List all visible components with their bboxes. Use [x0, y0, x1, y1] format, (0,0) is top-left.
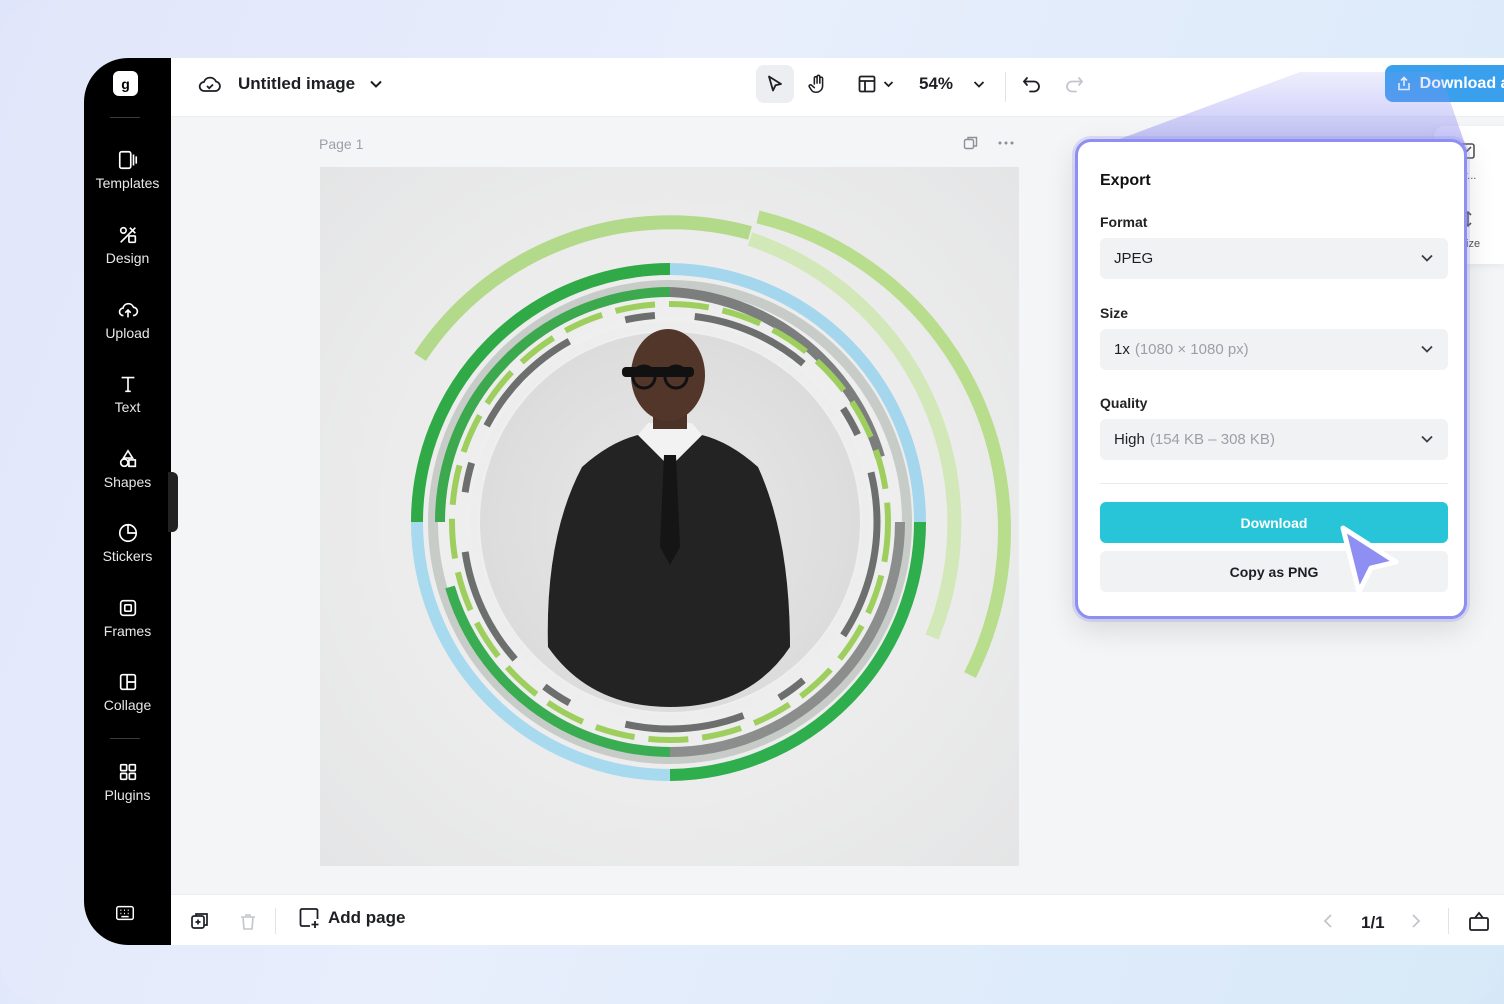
sidebar-item-frames[interactable]: Frames	[84, 597, 171, 657]
upload-icon	[118, 302, 138, 318]
trash-icon[interactable]	[238, 912, 258, 932]
sidebar-item-stickers[interactable]: Stickers	[84, 522, 171, 582]
chevron-down-icon	[883, 81, 893, 88]
redo-icon	[1066, 77, 1084, 93]
pointer-icon	[768, 75, 782, 92]
layout-icon	[858, 75, 875, 93]
add-page-button[interactable]: Add page	[298, 907, 405, 929]
layout-menu-button[interactable]	[851, 65, 899, 103]
page-counter: 1/1	[1361, 913, 1385, 932]
page-label: Page 1	[319, 136, 364, 152]
shapes-icon	[119, 449, 136, 468]
chevron-down-icon	[1421, 345, 1433, 353]
export-popup: Export Format JPEG Size 1x (1080 × 1080 …	[1075, 139, 1467, 619]
document-title[interactable]: Untitled image	[238, 74, 355, 94]
redo-button[interactable]	[1059, 65, 1089, 103]
duplicate-page-icon[interactable]	[963, 135, 979, 151]
chevron-down-icon	[1421, 254, 1433, 262]
format-value: JPEG	[1114, 250, 1154, 267]
sidebar-item-label: Design	[105, 250, 150, 266]
quality-value: High	[1114, 431, 1145, 448]
size-detail: (1080 × 1080 px)	[1134, 341, 1249, 358]
page-tools	[963, 135, 1015, 151]
zoom-level: 54%	[918, 74, 954, 93]
undo-button[interactable]	[1017, 65, 1047, 103]
sidebar-item-templates[interactable]: Templates	[84, 149, 171, 209]
quality-select[interactable]: High (154 KB – 308 KB)	[1100, 419, 1448, 460]
profile-ring-artwork	[411, 210, 1011, 781]
sidebar-item-shapes[interactable]: Shapes	[84, 448, 171, 508]
mouse-cursor-icon	[1340, 525, 1399, 595]
sidebar-item-label: Upload	[105, 325, 150, 341]
format-label: Format	[1100, 214, 1148, 230]
sidebar-item-label: Text	[114, 399, 141, 415]
sidebar-collapse-handle[interactable]	[168, 472, 178, 532]
add-layer-icon[interactable]	[190, 911, 210, 931]
left-sidebar: g Templates Design Upload Text Shapes St…	[84, 58, 171, 945]
select-tool-button[interactable]	[756, 65, 794, 103]
text-icon	[121, 376, 134, 393]
design-canvas[interactable]	[320, 167, 1019, 866]
hand-icon	[808, 74, 824, 94]
design-icon	[119, 226, 136, 244]
sidebar-item-label: Frames	[103, 623, 152, 639]
plugins-icon	[119, 763, 136, 781]
add-page-label: Add page	[328, 908, 406, 927]
more-options-icon[interactable]	[997, 135, 1015, 151]
app-logo[interactable]: g	[113, 71, 138, 96]
stickers-icon	[118, 523, 137, 543]
chevron-down-icon	[973, 81, 985, 88]
quality-label: Quality	[1100, 395, 1148, 411]
bottom-toolbar: Add page 1/1	[171, 894, 1504, 945]
sidebar-item-label: Shapes	[103, 474, 152, 490]
sidebar-item-collage[interactable]: Collage	[84, 671, 171, 731]
add-page-icon	[299, 908, 319, 928]
share-upload-icon	[1397, 75, 1410, 90]
size-label: Size	[1100, 305, 1129, 321]
export-divider	[1100, 483, 1448, 484]
undo-icon	[1022, 77, 1040, 93]
cloud-save-icon[interactable]	[198, 73, 222, 95]
next-page-icon[interactable]	[1409, 913, 1423, 929]
previous-page-icon[interactable]	[1321, 913, 1335, 929]
sidebar-item-label: Templates	[95, 175, 160, 191]
templates-icon	[118, 150, 137, 170]
frames-icon	[119, 599, 136, 617]
sidebar-item-upload[interactable]: Upload	[84, 299, 171, 359]
download-all-label: Download all	[1419, 74, 1504, 92]
download-all-button[interactable]: Download all	[1379, 59, 1504, 108]
top-toolbar: Untitled image 54% Download all	[171, 58, 1504, 117]
sidebar-item-label: Plugins	[104, 787, 151, 803]
sidebar-divider	[110, 738, 140, 739]
sidebar-item-label: Collage	[103, 697, 152, 713]
sidebar-item-text[interactable]: Text	[84, 373, 171, 433]
briefcase-icon[interactable]	[1468, 910, 1490, 932]
sidebar-item-design[interactable]: Design	[84, 224, 171, 284]
hand-tool-button[interactable]	[799, 65, 837, 103]
chevron-down-icon	[1421, 435, 1433, 443]
sidebar-divider	[110, 117, 140, 118]
size-select[interactable]: 1x (1080 × 1080 px)	[1100, 329, 1448, 370]
document-title-menu[interactable]: Untitled image	[238, 74, 383, 94]
bottom-divider	[275, 908, 276, 934]
collage-icon	[119, 673, 136, 691]
side-panel-item-label: ize	[1466, 238, 1481, 250]
bottom-divider	[1448, 908, 1449, 934]
quality-detail: (154 KB – 308 KB)	[1149, 431, 1275, 448]
sidebar-item-label: Stickers	[102, 548, 153, 564]
chevron-down-icon	[370, 80, 382, 88]
size-value: 1x	[1114, 341, 1130, 358]
toolbar-divider	[1005, 72, 1006, 102]
keyboard-shortcuts-icon[interactable]	[114, 902, 136, 924]
sidebar-item-plugins[interactable]: Plugins	[84, 761, 171, 821]
export-title: Export	[1100, 172, 1151, 189]
format-select[interactable]: JPEG	[1100, 238, 1448, 279]
zoom-menu[interactable]: 54%	[913, 65, 991, 103]
